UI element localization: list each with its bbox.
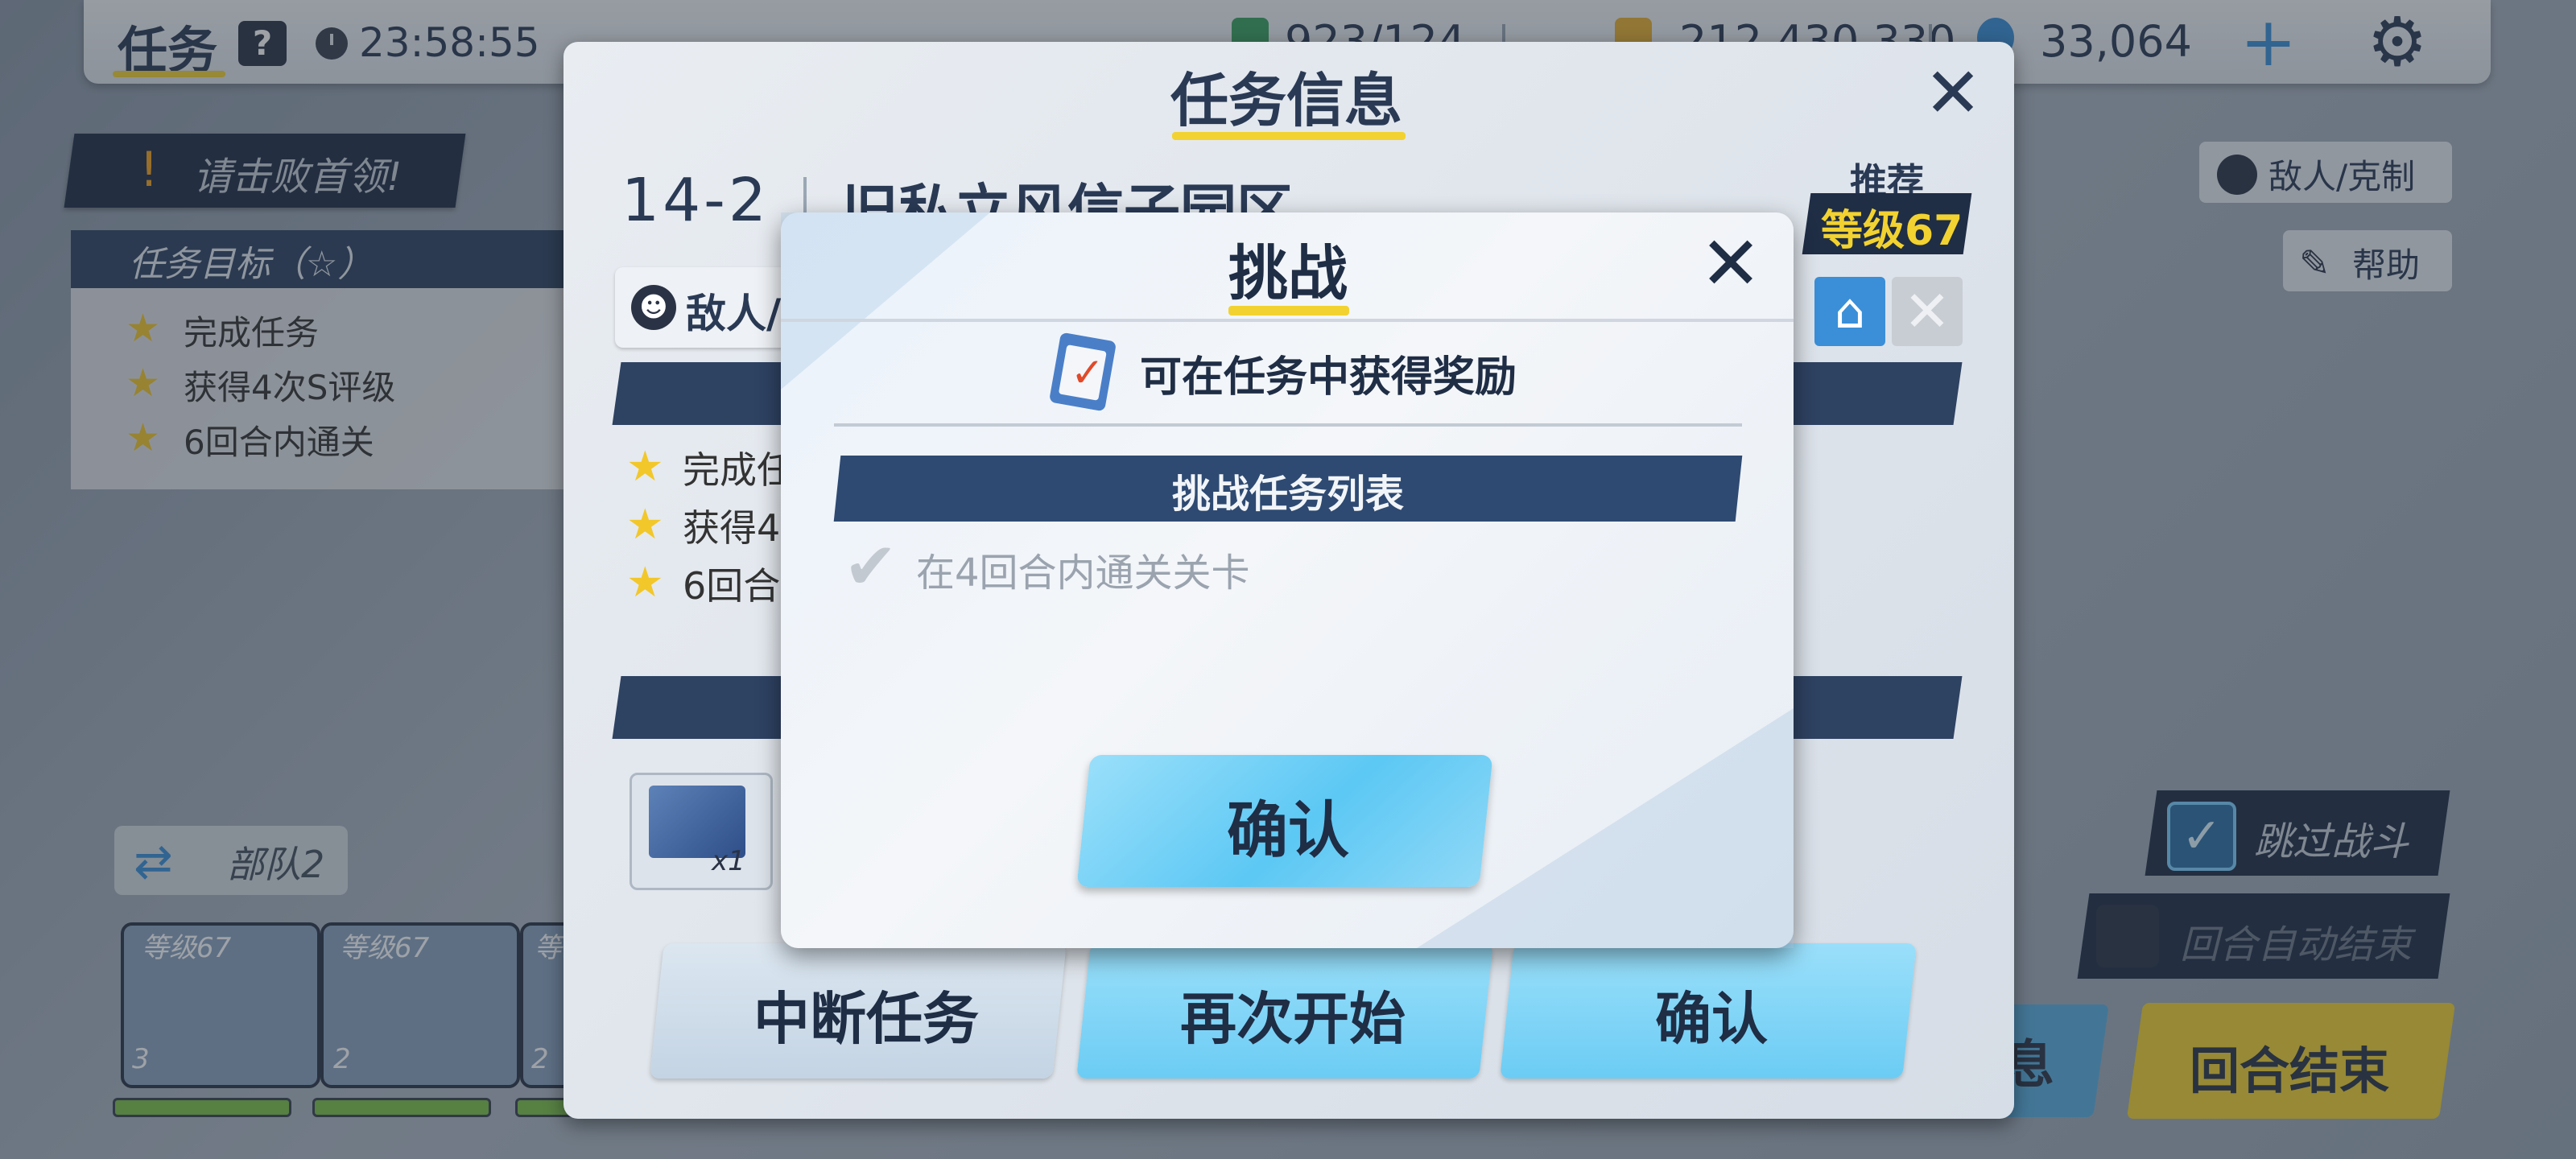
enemy-icon: ☻ bbox=[631, 285, 676, 330]
title-underline bbox=[1228, 306, 1349, 316]
confirm-label: 确认 bbox=[1227, 794, 1349, 866]
close-icon[interactable]: ✕ bbox=[1921, 59, 1985, 128]
title-underline bbox=[1172, 132, 1406, 140]
divider bbox=[834, 423, 1742, 427]
checkmark-icon: ✓ bbox=[1071, 349, 1104, 396]
challenge-item: 在4回合内通关关卡 bbox=[916, 551, 1250, 596]
stage-code: 14-2 bbox=[621, 166, 770, 235]
goal-item: 获得4 bbox=[683, 506, 781, 550]
restart-label: 再次开始 bbox=[1180, 986, 1406, 1052]
reward-note: 可在任务中获得奖励 bbox=[1140, 353, 1517, 402]
dialog-title: 挑战 bbox=[1228, 239, 1348, 308]
divider bbox=[781, 319, 1794, 322]
enemy-info-label: 敌人/ bbox=[686, 291, 782, 337]
confirm-label: 确认 bbox=[1655, 986, 1768, 1052]
home-icon[interactable]: ⌂ bbox=[1814, 277, 1885, 346]
close-icon[interactable]: ✕ bbox=[1697, 227, 1765, 301]
reward-qty: x1 bbox=[712, 845, 745, 877]
recommend-level: 等级67 bbox=[1821, 207, 1963, 255]
star-icon: ★ bbox=[626, 443, 664, 491]
decorative-triangle bbox=[781, 212, 990, 390]
abort-mission-label: 中断任务 bbox=[753, 986, 979, 1052]
star-icon: ★ bbox=[626, 501, 664, 549]
challenge-list-header: 挑战任务列表 bbox=[1172, 472, 1405, 517]
close-icon[interactable]: ✕ bbox=[1892, 277, 1963, 346]
dialog-title: 任务信息 bbox=[1170, 67, 1403, 134]
goal-item: 完成任 bbox=[683, 448, 794, 492]
star-icon: ★ bbox=[626, 559, 664, 607]
goal-item: 6回合 bbox=[683, 564, 781, 608]
checkmark-icon: ✔ bbox=[844, 529, 898, 604]
